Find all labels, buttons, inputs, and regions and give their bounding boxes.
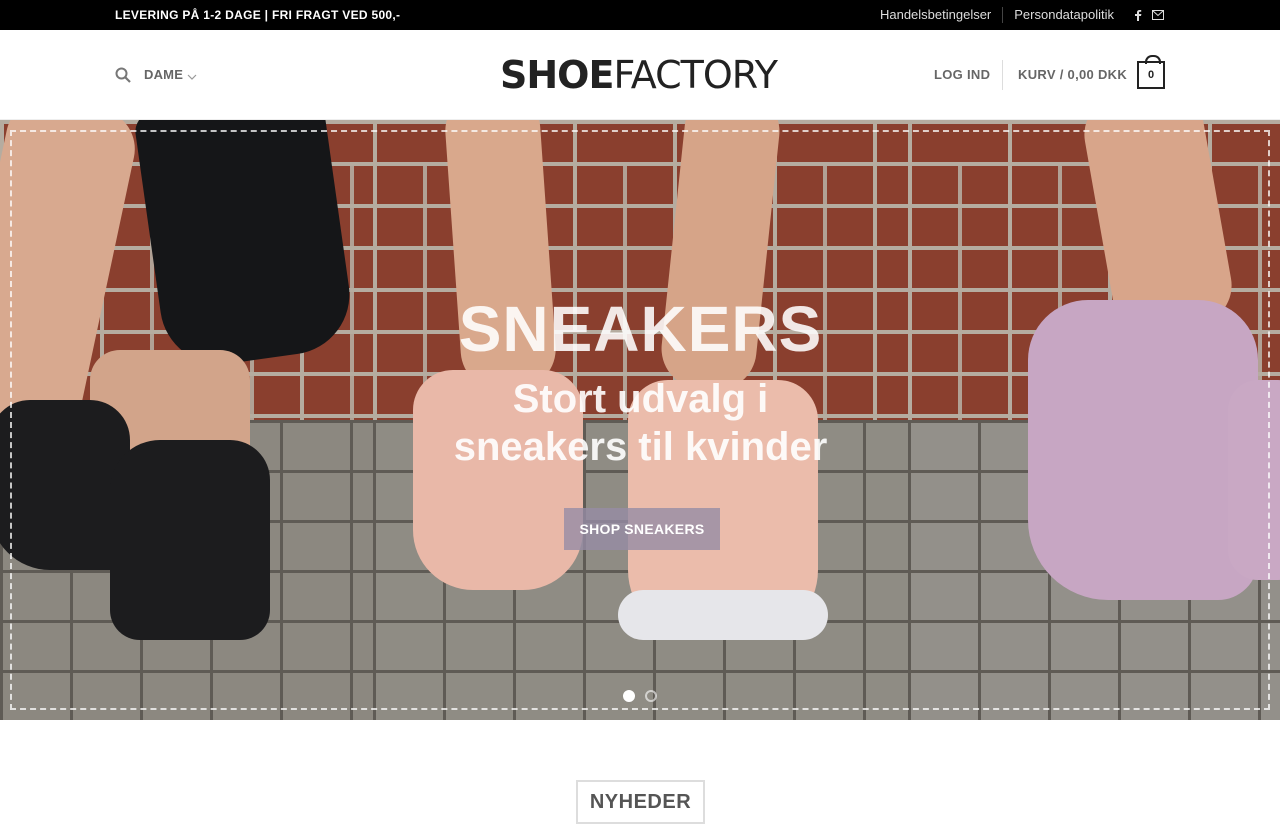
login-link[interactable]: LOG IND <box>934 67 990 82</box>
top-links: Handelsbetingelser Persondatapolitik <box>880 0 1165 30</box>
hero-image-black-sneaker <box>0 120 373 720</box>
chevron-down-icon <box>187 70 197 80</box>
logo-text-bold: SHOE <box>500 53 614 97</box>
hero-slider[interactable]: SNEAKERS Stort udvalg i sneakers til kvi… <box>0 120 1280 720</box>
site-header: DAME SHOE FACTORY LOG IND KURV / 0,00 DKK… <box>0 30 1280 120</box>
top-bar: LEVERING PÅ 1-2 DAGE | FRI FRAGT VED 500… <box>0 0 1280 30</box>
site-logo[interactable]: SHOE FACTORY <box>500 53 782 97</box>
hero-image-lilac-sneaker <box>908 120 1280 720</box>
cart-link[interactable]: KURV / 0,00 DKK <box>1018 67 1127 82</box>
header-divider <box>1002 60 1003 90</box>
hero-title: SNEAKERS <box>458 293 823 365</box>
hero-subtitle-line-2: sneakers til kvinder <box>453 425 828 469</box>
nav-item-label: DAME <box>144 67 184 82</box>
hero-subtitle-line-1: Stort udvalg i <box>512 377 769 421</box>
terms-link[interactable]: Handelsbetingelser <box>880 7 1004 23</box>
nav-item-dame[interactable]: DAME <box>144 67 197 82</box>
shipping-promo-text: LEVERING PÅ 1-2 DAGE | FRI FRAGT VED 500… <box>115 8 401 22</box>
slider-dot-1[interactable] <box>623 690 635 702</box>
hero-subtitle: Stort udvalg i sneakers til kvinder <box>373 375 908 471</box>
slider-dots <box>0 690 1280 702</box>
section-title-nyheder: NYHEDER <box>576 780 705 824</box>
mail-icon[interactable] <box>1151 8 1165 22</box>
shop-sneakers-button[interactable]: SHOP SNEAKERS <box>564 508 720 550</box>
slider-dot-2[interactable] <box>645 690 657 702</box>
facebook-icon[interactable] <box>1131 8 1145 22</box>
cart-count-value: 0 <box>1147 69 1155 81</box>
privacy-link[interactable]: Persondatapolitik <box>1003 7 1125 23</box>
logo-text-light: FACTORY <box>613 53 778 97</box>
search-icon[interactable] <box>115 67 131 83</box>
cart-count-badge[interactable]: 0 <box>1137 55 1165 89</box>
